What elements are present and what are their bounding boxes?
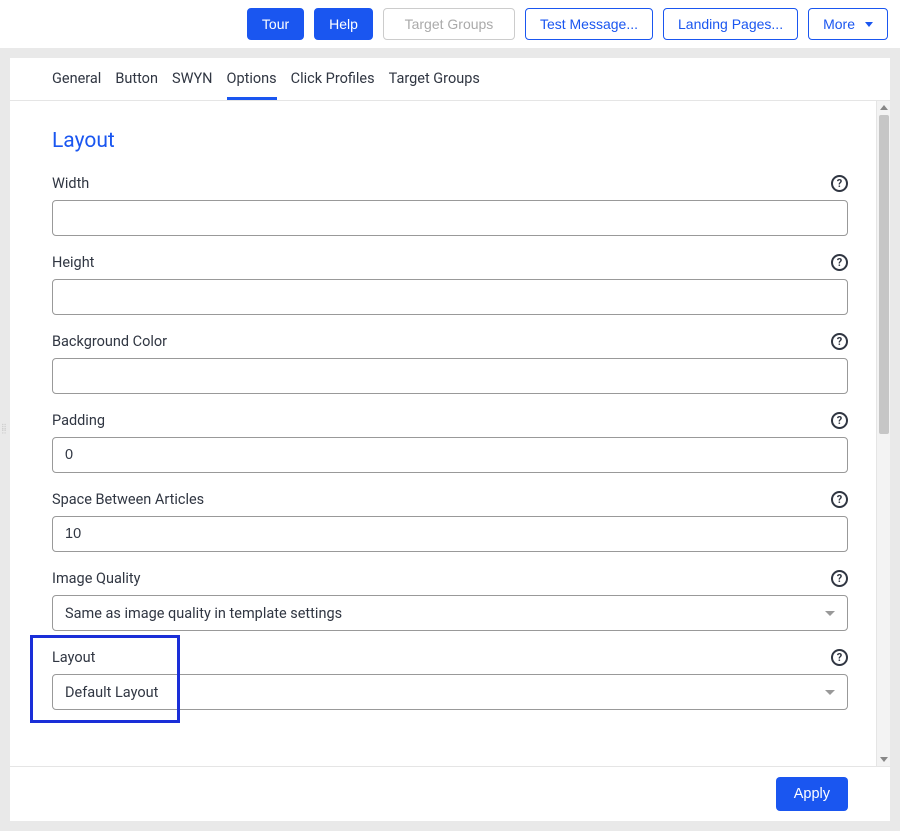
field-height: Height ?: [52, 254, 848, 315]
image-quality-value: Same as image quality in template settin…: [65, 605, 342, 622]
width-input[interactable]: [52, 200, 848, 236]
tab-swyn[interactable]: SWYN: [172, 70, 213, 100]
caret-down-icon: [825, 690, 835, 695]
more-button[interactable]: More: [808, 8, 888, 40]
height-label: Height: [52, 254, 94, 271]
tab-bar: General Button SWYN Options Click Profil…: [10, 58, 890, 101]
help-icon[interactable]: ?: [831, 175, 848, 192]
layout-select[interactable]: Default Layout: [52, 674, 848, 710]
top-toolbar: Tour Help Target Groups Test Message... …: [0, 0, 900, 48]
field-padding: Padding ?: [52, 412, 848, 473]
help-button[interactable]: Help: [314, 8, 373, 40]
padding-input[interactable]: [52, 437, 848, 473]
tab-general[interactable]: General: [52, 70, 101, 100]
scroll-thumb[interactable]: [879, 115, 889, 434]
scrollbar[interactable]: [876, 101, 890, 766]
background-color-input[interactable]: [52, 358, 848, 394]
help-icon[interactable]: ?: [831, 491, 848, 508]
space-between-label: Space Between Articles: [52, 491, 204, 508]
space-between-input[interactable]: [52, 516, 848, 552]
landing-pages-button[interactable]: Landing Pages...: [663, 8, 798, 40]
scroll-down-icon[interactable]: [880, 757, 888, 762]
apply-button[interactable]: Apply: [776, 777, 848, 811]
content-wrapper: Layout Width ? Height ?: [10, 101, 890, 766]
test-message-button[interactable]: Test Message...: [525, 8, 653, 40]
field-background-color: Background Color ?: [52, 333, 848, 394]
background-color-label: Background Color: [52, 333, 167, 350]
help-icon[interactable]: ?: [831, 412, 848, 429]
section-title: Layout: [52, 129, 848, 153]
help-icon[interactable]: ?: [831, 649, 848, 666]
width-label: Width: [52, 175, 89, 192]
field-space-between: Space Between Articles ?: [52, 491, 848, 552]
layout-value: Default Layout: [65, 684, 158, 701]
page-background: ⠿⠿ General Button SWYN Options Click Pro…: [0, 48, 900, 831]
drag-handle-icon[interactable]: ⠿⠿: [1, 426, 8, 434]
more-button-label: More: [823, 16, 855, 32]
padding-label: Padding: [52, 412, 105, 429]
height-input[interactable]: [52, 279, 848, 315]
caret-down-icon: [825, 611, 835, 616]
tab-button[interactable]: Button: [115, 70, 158, 100]
form-content: Layout Width ? Height ?: [10, 101, 890, 766]
field-width: Width ?: [52, 175, 848, 236]
main-panel: General Button SWYN Options Click Profil…: [10, 58, 890, 821]
tab-target-groups[interactable]: Target Groups: [389, 70, 480, 100]
scroll-up-icon[interactable]: [880, 105, 888, 110]
layout-label: Layout: [52, 649, 95, 666]
target-groups-button[interactable]: Target Groups: [383, 8, 515, 40]
tab-options[interactable]: Options: [227, 70, 277, 100]
tour-button[interactable]: Tour: [247, 8, 304, 40]
image-quality-select[interactable]: Same as image quality in template settin…: [52, 595, 848, 631]
help-icon[interactable]: ?: [831, 254, 848, 271]
chevron-down-icon: [865, 22, 873, 27]
field-layout: Layout ? Default Layout: [52, 649, 848, 710]
help-icon[interactable]: ?: [831, 570, 848, 587]
help-icon[interactable]: ?: [831, 333, 848, 350]
image-quality-label: Image Quality: [52, 570, 141, 587]
tab-click-profiles[interactable]: Click Profiles: [291, 70, 375, 100]
panel-footer: Apply: [10, 766, 890, 821]
field-image-quality: Image Quality ? Same as image quality in…: [52, 570, 848, 631]
